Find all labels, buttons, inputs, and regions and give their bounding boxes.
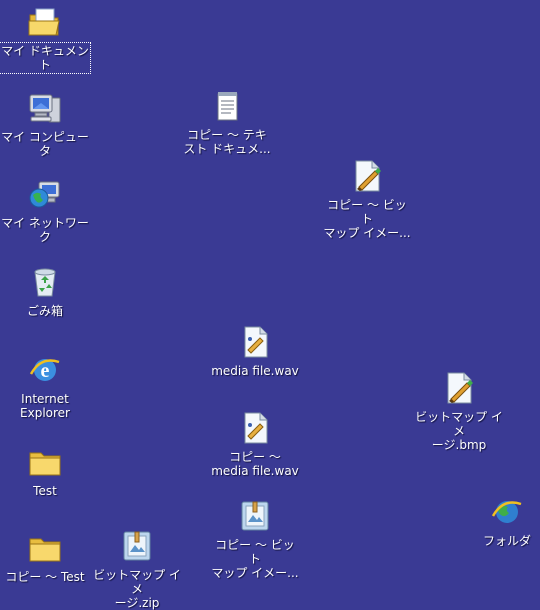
desktop-icon-media-wav[interactable]: media file.wav	[210, 324, 300, 378]
network-globe-icon	[29, 181, 60, 208]
desktop-icon-label: コピー ～ Test	[5, 570, 85, 584]
desktop-icon-recyclebin[interactable]: ごみ箱	[0, 264, 90, 318]
desktop-icon-copy-test-folder[interactable]: コピー ～ Test	[0, 530, 90, 584]
desktop[interactable]: マイ ドキュメント マイ コンピュータ マイ ネットワーク ごみ箱 e Inte…	[0, 0, 540, 610]
desktop-icon-network[interactable]: マイ ネットワーク	[0, 176, 90, 244]
internet-explorer-icon: e	[29, 359, 60, 382]
bitmap-image-icon	[447, 372, 473, 404]
desktop-icon-copy-text-doc[interactable]: コピー ～ テキ スト ドキュメ...	[182, 88, 272, 156]
audio-file-icon	[244, 412, 268, 444]
desktop-icon-label: Internet Explorer	[20, 392, 70, 420]
desktop-icon-copy-bitmap-1[interactable]: コピー ～ ビット マップ イメー...	[322, 158, 412, 240]
desktop-icon-label: media file.wav	[211, 364, 299, 378]
desktop-icon-ie[interactable]: e Internet Explorer	[0, 352, 90, 420]
desktop-icon-label: Test	[33, 484, 57, 498]
desktop-icon-label: コピー ～ media file.wav	[211, 450, 299, 478]
folder-icon	[29, 538, 61, 562]
desktop-icon-copy-media-wav[interactable]: コピー ～ media file.wav	[210, 410, 300, 478]
zip-archive-icon	[123, 531, 151, 561]
desktop-icon-folder-ie[interactable]: フォルダ	[462, 494, 540, 548]
desktop-icon-label: フォルダ	[482, 534, 531, 548]
desktop-icon-label: ビットマップ イメ ージ.bmp	[415, 410, 503, 452]
text-document-icon	[217, 92, 238, 121]
desktop-icon-label: マイ コンピュータ	[1, 130, 89, 158]
audio-file-icon	[244, 326, 268, 358]
desktop-icon-label: ビットマップ イメ ージ.zip	[93, 568, 181, 610]
desktop-icon-test-folder[interactable]: Test	[0, 444, 90, 498]
desktop-icon-bitmap-bmp[interactable]: ビットマップ イメ ージ.bmp	[414, 370, 504, 452]
open-folder-icon	[28, 8, 60, 36]
desktop-icon-bitmap-zip[interactable]: ビットマップ イメ ージ.zip	[92, 528, 182, 610]
desktop-icon-label: マイ ドキュメント	[0, 42, 91, 74]
desktop-icon-mydocuments[interactable]: マイ ドキュメント	[0, 4, 91, 74]
desktop-icon-label: マイ ネットワーク	[1, 216, 89, 244]
desktop-icon-mycomputer[interactable]: マイ コンピュータ	[0, 90, 90, 158]
desktop-icon-label: コピー ～ ビット マップ イメー...	[211, 538, 299, 580]
bitmap-image-icon	[355, 160, 381, 192]
desktop-icon-label: コピー ～ ビット マップ イメー...	[323, 198, 411, 240]
recycle-bin-icon	[34, 268, 56, 297]
folder-icon	[29, 452, 61, 476]
computer-icon	[29, 94, 61, 123]
internet-explorer-icon	[491, 501, 522, 523]
desktop-icon-label: ごみ箱	[26, 304, 63, 318]
zip-archive-icon	[241, 501, 269, 531]
desktop-icon-label: コピー ～ テキ スト ドキュメ...	[183, 128, 271, 156]
desktop-icon-copy-bitmap-zip[interactable]: コピー ～ ビット マップ イメー...	[210, 498, 300, 580]
